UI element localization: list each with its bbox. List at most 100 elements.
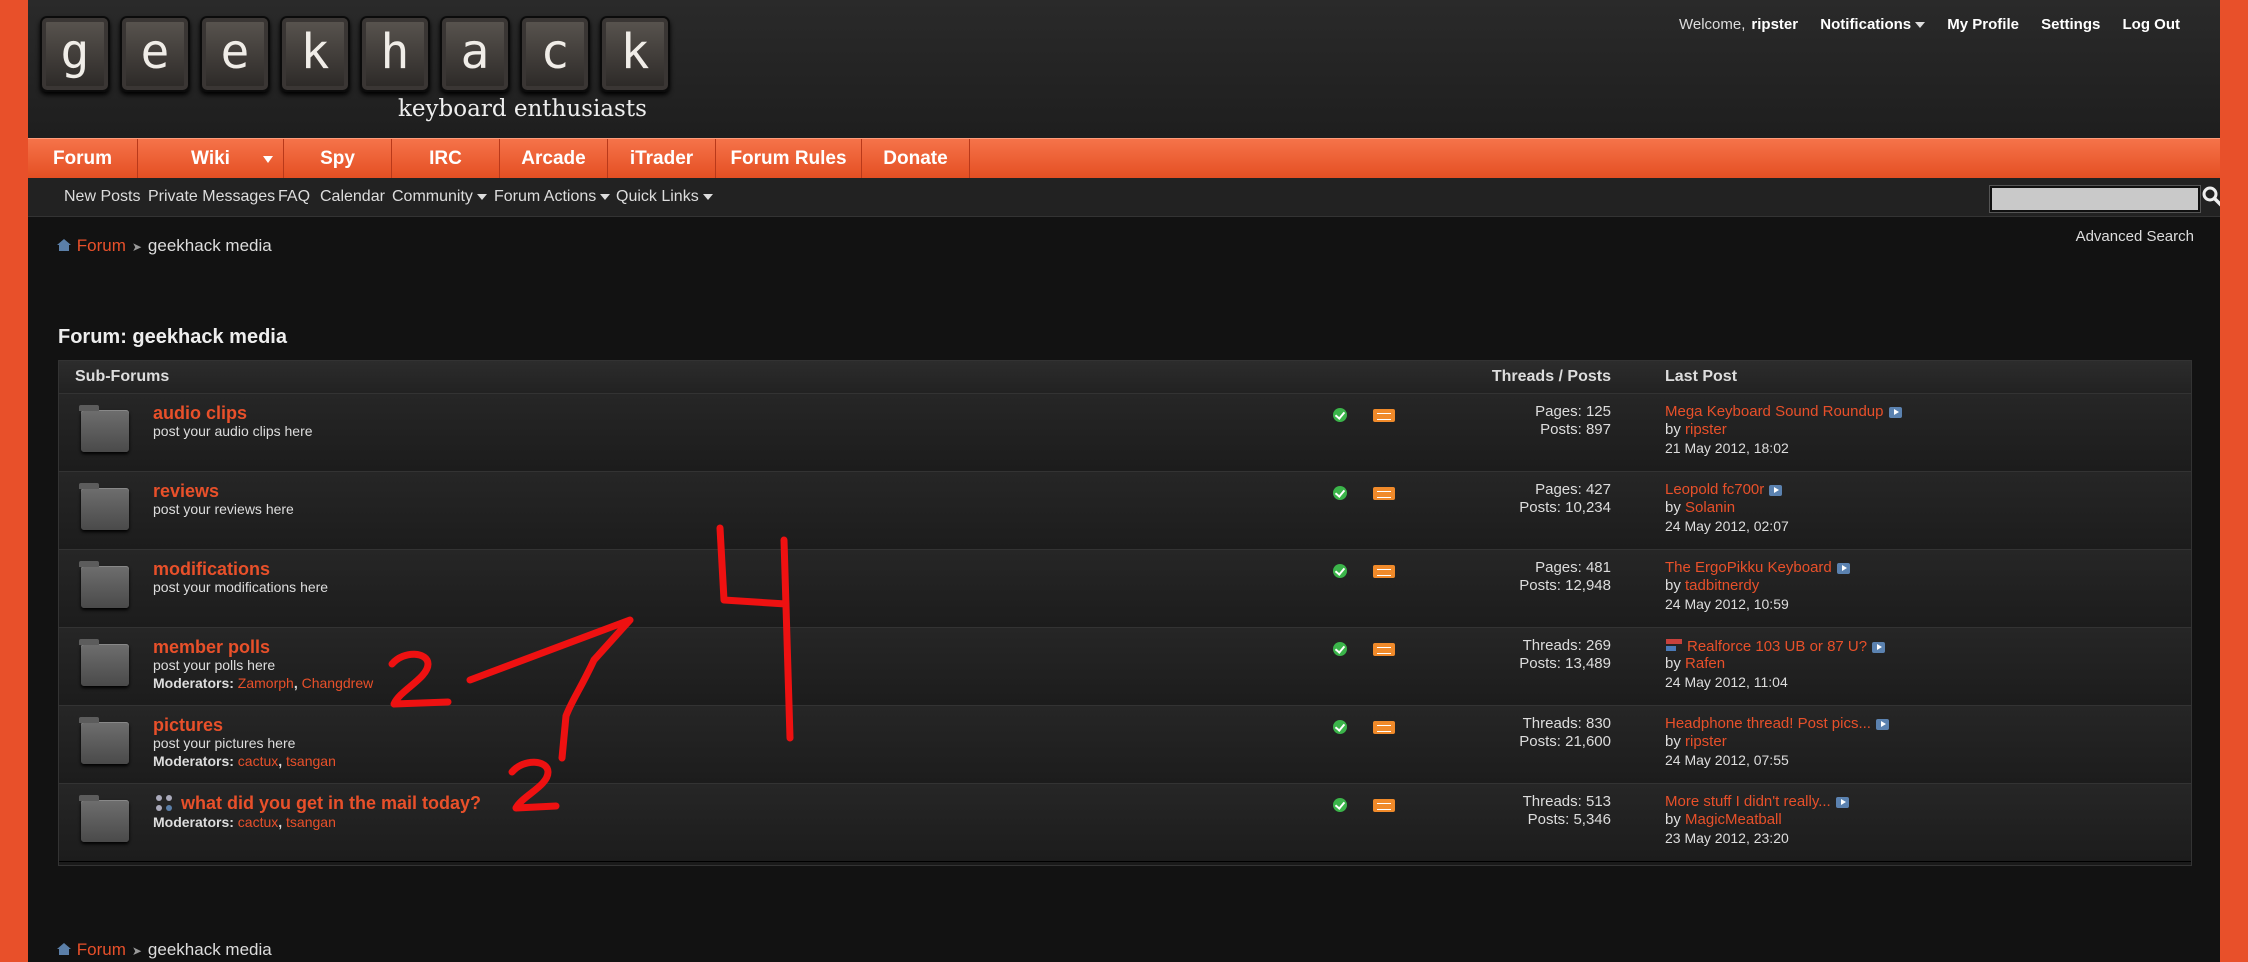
new-posts-link[interactable]: New Posts bbox=[64, 188, 140, 206]
moderator-link[interactable]: tsangan bbox=[286, 814, 336, 830]
subforum-description: post your modifications here bbox=[153, 579, 329, 595]
by-label: by bbox=[1665, 499, 1681, 516]
subforum-row: member polls post your polls here Modera… bbox=[59, 627, 2191, 706]
go-to-post-icon[interactable] bbox=[1836, 562, 1850, 574]
moderator-link[interactable]: cactux bbox=[238, 753, 278, 769]
logout-link[interactable]: Log Out bbox=[2123, 16, 2180, 33]
rss-icon[interactable] bbox=[1373, 799, 1395, 812]
last-post-title[interactable]: More stuff I didn't really... bbox=[1665, 793, 1849, 810]
folder-icon bbox=[79, 561, 129, 608]
last-post-user-link[interactable]: Solanin bbox=[1685, 499, 1735, 516]
last-post-title[interactable]: Mega Keyboard Sound Roundup bbox=[1665, 403, 1902, 420]
username-link[interactable]: ripster bbox=[1751, 16, 1798, 33]
last-post-date: 24 May 2012, 10:59 bbox=[1665, 596, 1789, 612]
rss-icon[interactable] bbox=[1373, 565, 1395, 578]
breadcrumb: Forum ➤ geekhack media bbox=[56, 940, 272, 960]
go-to-post-icon[interactable] bbox=[1875, 718, 1889, 730]
rss-icon[interactable] bbox=[1373, 487, 1395, 500]
go-to-post-icon[interactable] bbox=[1888, 406, 1902, 418]
last-post-user-link[interactable]: MagicMeatball bbox=[1685, 811, 1782, 828]
by-label: by bbox=[1665, 655, 1681, 672]
search-input[interactable] bbox=[1990, 186, 2200, 212]
faq-link[interactable]: FAQ bbox=[278, 188, 310, 206]
subforum-title-link[interactable]: pictures bbox=[153, 715, 223, 736]
nav-tab-arcade[interactable]: Arcade bbox=[500, 139, 608, 179]
rss-icon[interactable] bbox=[1373, 643, 1395, 656]
community-label: Community bbox=[392, 188, 473, 205]
chevron-down-icon[interactable] bbox=[263, 156, 273, 163]
subforum-type-icon bbox=[156, 795, 172, 811]
folder-icon bbox=[79, 717, 129, 764]
moderator-link[interactable]: tsangan bbox=[286, 753, 336, 769]
moderator-link[interactable]: Changdrew bbox=[302, 675, 374, 691]
moderator-link[interactable]: cactux bbox=[238, 814, 278, 830]
breadcrumb-forum-link[interactable]: Forum bbox=[77, 940, 126, 959]
notifications-menu[interactable]: Notifications bbox=[1820, 16, 1926, 33]
nav-tab-spy[interactable]: Spy bbox=[284, 139, 392, 179]
last-post-title[interactable]: Leopold fc700r bbox=[1665, 481, 1783, 498]
subforum-table: Sub-Forums Threads / Posts Last Post aud… bbox=[58, 360, 2192, 866]
nav-tab-label: Spy bbox=[320, 148, 355, 169]
subforum-title-link[interactable]: audio clips bbox=[153, 403, 247, 424]
breadcrumb-current: geekhack media bbox=[147, 236, 272, 255]
my-profile-link[interactable]: My Profile bbox=[1947, 16, 2019, 33]
moderator-link[interactable]: Zamorph bbox=[238, 675, 294, 691]
nav-tab-forum-rules[interactable]: Forum Rules bbox=[716, 139, 862, 179]
breadcrumb: Forum ➤ geekhack media bbox=[56, 236, 272, 256]
home-icon[interactable] bbox=[56, 237, 72, 253]
folder-icon bbox=[79, 795, 129, 842]
last-post-title[interactable]: Headphone thread! Post pics... bbox=[1665, 715, 1889, 732]
last-post-time: 18:02 bbox=[1753, 440, 1789, 456]
nav-tab-irc[interactable]: IRC bbox=[392, 139, 500, 179]
nav-tab-donate[interactable]: Donate bbox=[862, 139, 970, 179]
by-label: by bbox=[1665, 577, 1681, 594]
last-post-user-link[interactable]: Rafen bbox=[1685, 655, 1725, 672]
last-post-day: 24 May 2012, bbox=[1665, 752, 1750, 768]
last-post-user-link[interactable]: tadbitnerdy bbox=[1685, 577, 1759, 594]
nav-tab-itrader[interactable]: iTrader bbox=[608, 139, 716, 179]
go-to-post-icon[interactable] bbox=[1872, 641, 1886, 653]
subforum-title-link[interactable]: what did you get in the mail today? bbox=[181, 793, 481, 814]
last-post-author: by tadbitnerdy bbox=[1665, 577, 1759, 594]
logo-key: e bbox=[200, 16, 270, 92]
go-to-post-icon[interactable] bbox=[1835, 796, 1849, 808]
subforum-title-link[interactable]: member polls bbox=[153, 637, 270, 658]
last-post-date: 21 May 2012, 18:02 bbox=[1665, 440, 1789, 456]
subforum-stat-2: Posts: 13,489 bbox=[1519, 655, 1611, 672]
nav-tab-wiki[interactable]: Wiki bbox=[138, 139, 284, 179]
advanced-search-link[interactable]: Advanced Search bbox=[2076, 228, 2194, 245]
home-icon[interactable] bbox=[56, 941, 72, 957]
last-post-author: by Solanin bbox=[1665, 499, 1735, 516]
rss-icon[interactable] bbox=[1373, 721, 1395, 734]
forum-actions-menu[interactable]: Forum Actions bbox=[494, 188, 611, 206]
user-bar: Welcome, ripster Notifications My Profile… bbox=[1679, 16, 2180, 33]
by-label: by bbox=[1665, 811, 1681, 828]
forum-actions-label: Forum Actions bbox=[494, 188, 597, 205]
subforum-stat-1: Pages: 427 bbox=[1535, 481, 1611, 498]
nav-tab-forum[interactable]: Forum bbox=[28, 139, 138, 179]
settings-link[interactable]: Settings bbox=[2041, 16, 2100, 33]
subforum-title-link[interactable]: reviews bbox=[153, 481, 219, 502]
subforum-row: what did you get in the mail today? Mode… bbox=[59, 783, 2191, 862]
quick-links-menu[interactable]: Quick Links bbox=[616, 188, 713, 206]
rss-icon[interactable] bbox=[1373, 409, 1395, 422]
last-post-day: 21 May 2012, bbox=[1665, 440, 1750, 456]
last-post-user-link[interactable]: ripster bbox=[1685, 733, 1727, 750]
table-header: Sub-Forums Threads / Posts Last Post bbox=[59, 361, 2191, 393]
logo-key: g bbox=[40, 16, 110, 92]
subforum-stat-2: Posts: 5,346 bbox=[1527, 811, 1611, 828]
calendar-link[interactable]: Calendar bbox=[320, 188, 385, 206]
search-icon[interactable] bbox=[2200, 184, 2220, 210]
last-post-title-text: More stuff I didn't really... bbox=[1665, 793, 1831, 810]
subforum-title-link[interactable]: modifications bbox=[153, 559, 270, 580]
last-post-user-link[interactable]: ripster bbox=[1685, 421, 1727, 438]
forum-status-icon bbox=[1333, 720, 1347, 734]
breadcrumb-forum-link[interactable]: Forum bbox=[77, 236, 126, 255]
last-post-day: 24 May 2012, bbox=[1665, 596, 1750, 612]
logo-key: a bbox=[440, 16, 510, 92]
last-post-title[interactable]: The ErgoPikku Keyboard bbox=[1665, 559, 1850, 576]
go-to-post-icon[interactable] bbox=[1769, 484, 1783, 496]
private-messages-link[interactable]: Private Messages bbox=[148, 188, 275, 206]
community-menu[interactable]: Community bbox=[392, 188, 487, 206]
last-post-title[interactable]: Realforce 103 UB or 87 U? bbox=[1665, 637, 1886, 655]
